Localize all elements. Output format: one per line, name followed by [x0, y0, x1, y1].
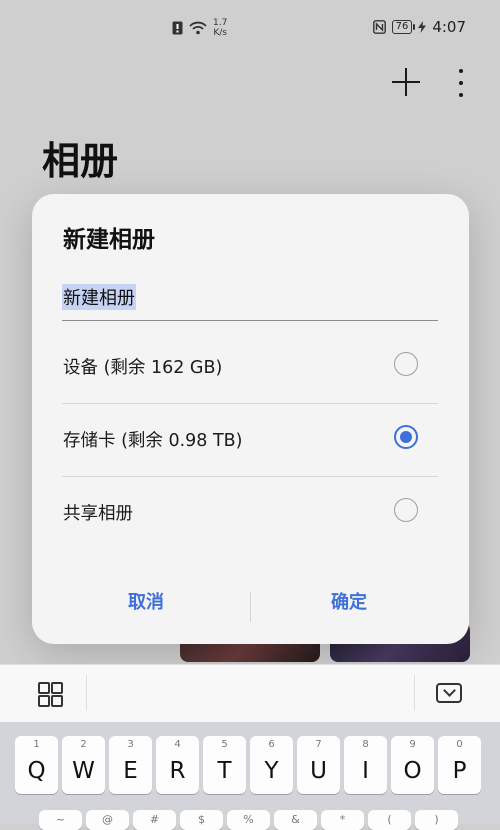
hide-keyboard-icon[interactable] [436, 683, 462, 703]
keyboard: 1Q2W3E4R5T6Y7U8I9O0P ~ @ # $% & *() [0, 722, 500, 830]
key-symbol-label: $ [198, 813, 205, 826]
key-symbol-label: ( [387, 813, 392, 826]
key-number: 1 [33, 739, 40, 750]
key-y[interactable]: 6Y [250, 736, 293, 794]
key-symbol-label: @ [102, 813, 113, 826]
key-w[interactable]: 2W [62, 736, 105, 794]
key-symbol-label: & [291, 813, 300, 826]
key-letter: W [72, 758, 95, 784]
toolbar-separator [414, 675, 415, 711]
toolbar-separator [86, 675, 87, 711]
key-symbol-label: * [339, 813, 346, 826]
key-symbol[interactable]: $ [180, 810, 223, 830]
key-u[interactable]: 7U [297, 736, 340, 794]
key-symbol[interactable]: * [321, 810, 364, 830]
option-sd-card[interactable]: 存储卡 (剩余 0.98 TB) [32, 403, 469, 476]
key-letter: O [403, 758, 422, 784]
key-letter: E [123, 758, 138, 784]
keyboard-toolbar [0, 664, 500, 723]
page-title: 相册 [42, 139, 119, 183]
key-letter: Y [264, 758, 279, 784]
add-album-icon[interactable] [392, 68, 420, 96]
key-p[interactable]: 0P [438, 736, 481, 794]
clock: 4:07 [432, 18, 466, 36]
key-letter: I [362, 758, 369, 784]
option-label: 共享相册 [63, 504, 133, 524]
status-bar: 1.7 K/s 76 4:07 [0, 0, 500, 58]
new-album-dialog: 新建相册 新建相册 设备 (剩余 162 GB) 存储卡 (剩余 0.98 TB… [32, 194, 469, 644]
network-speed-value: 1.7 [213, 18, 228, 28]
dialog-title: 新建相册 [63, 227, 155, 253]
key-e[interactable]: 3E [109, 736, 152, 794]
wifi-icon [189, 21, 207, 35]
key-symbol-label: ) [434, 813, 439, 826]
key-symbol[interactable]: @ [86, 810, 129, 830]
confirm-button[interactable]: 确定 [331, 588, 367, 614]
key-number: 6 [268, 739, 275, 750]
key-symbol-label: % [243, 813, 254, 826]
key-o[interactable]: 9O [391, 736, 434, 794]
charging-icon [418, 21, 427, 33]
key-symbol[interactable]: ( [368, 810, 411, 830]
key-r[interactable]: 4R [156, 736, 199, 794]
key-i[interactable]: 8I [344, 736, 387, 794]
option-label: 存储卡 (剩余 0.98 TB) [63, 431, 243, 451]
status-right: 76 4:07 [372, 18, 466, 36]
album-name-value[interactable]: 新建相册 [62, 284, 136, 310]
key-number: 2 [80, 739, 87, 750]
key-number: 0 [456, 739, 463, 750]
radio-shared-album[interactable] [394, 498, 418, 522]
network-speed: 1.7 K/s [213, 18, 227, 38]
key-symbol[interactable]: ) [415, 810, 458, 830]
key-letter: Q [27, 758, 46, 784]
key-letter: T [217, 758, 232, 784]
key-number: 8 [362, 739, 369, 750]
key-q[interactable]: 1Q [15, 736, 58, 794]
keyboard-menu-icon[interactable] [38, 682, 63, 707]
button-divider [250, 592, 251, 622]
key-number: 4 [174, 739, 181, 750]
key-symbol-label: # [149, 813, 160, 826]
key-symbol[interactable]: & [274, 810, 317, 830]
battery-icon: 76 [391, 20, 416, 34]
key-number: 7 [315, 739, 322, 750]
key-number: 3 [127, 739, 134, 750]
more-options-icon[interactable] [455, 68, 467, 98]
radio-device[interactable] [394, 352, 418, 376]
key-symbol-label: ~ [55, 813, 66, 826]
key-number: 5 [221, 739, 228, 750]
option-shared-album[interactable]: 共享相册 [32, 476, 469, 549]
option-label: 设备 (剩余 162 GB) [63, 358, 223, 378]
key-letter: R [169, 758, 186, 784]
key-letter: U [310, 758, 327, 784]
key-number: 9 [409, 739, 416, 750]
notification-icon [172, 21, 183, 35]
nfc-icon [372, 20, 386, 34]
cancel-button[interactable]: 取消 [128, 588, 164, 614]
key-symbol[interactable]: ~ [39, 810, 82, 830]
option-device[interactable]: 设备 (剩余 162 GB) [32, 330, 469, 403]
key-letter: P [452, 758, 467, 784]
status-center: 1.7 K/s [172, 18, 227, 38]
key-symbol[interactable]: # [133, 810, 176, 830]
network-speed-unit: K/s [213, 28, 227, 38]
key-symbol[interactable]: % [227, 810, 270, 830]
key-t[interactable]: 5T [203, 736, 246, 794]
radio-sd-card[interactable] [394, 425, 418, 449]
